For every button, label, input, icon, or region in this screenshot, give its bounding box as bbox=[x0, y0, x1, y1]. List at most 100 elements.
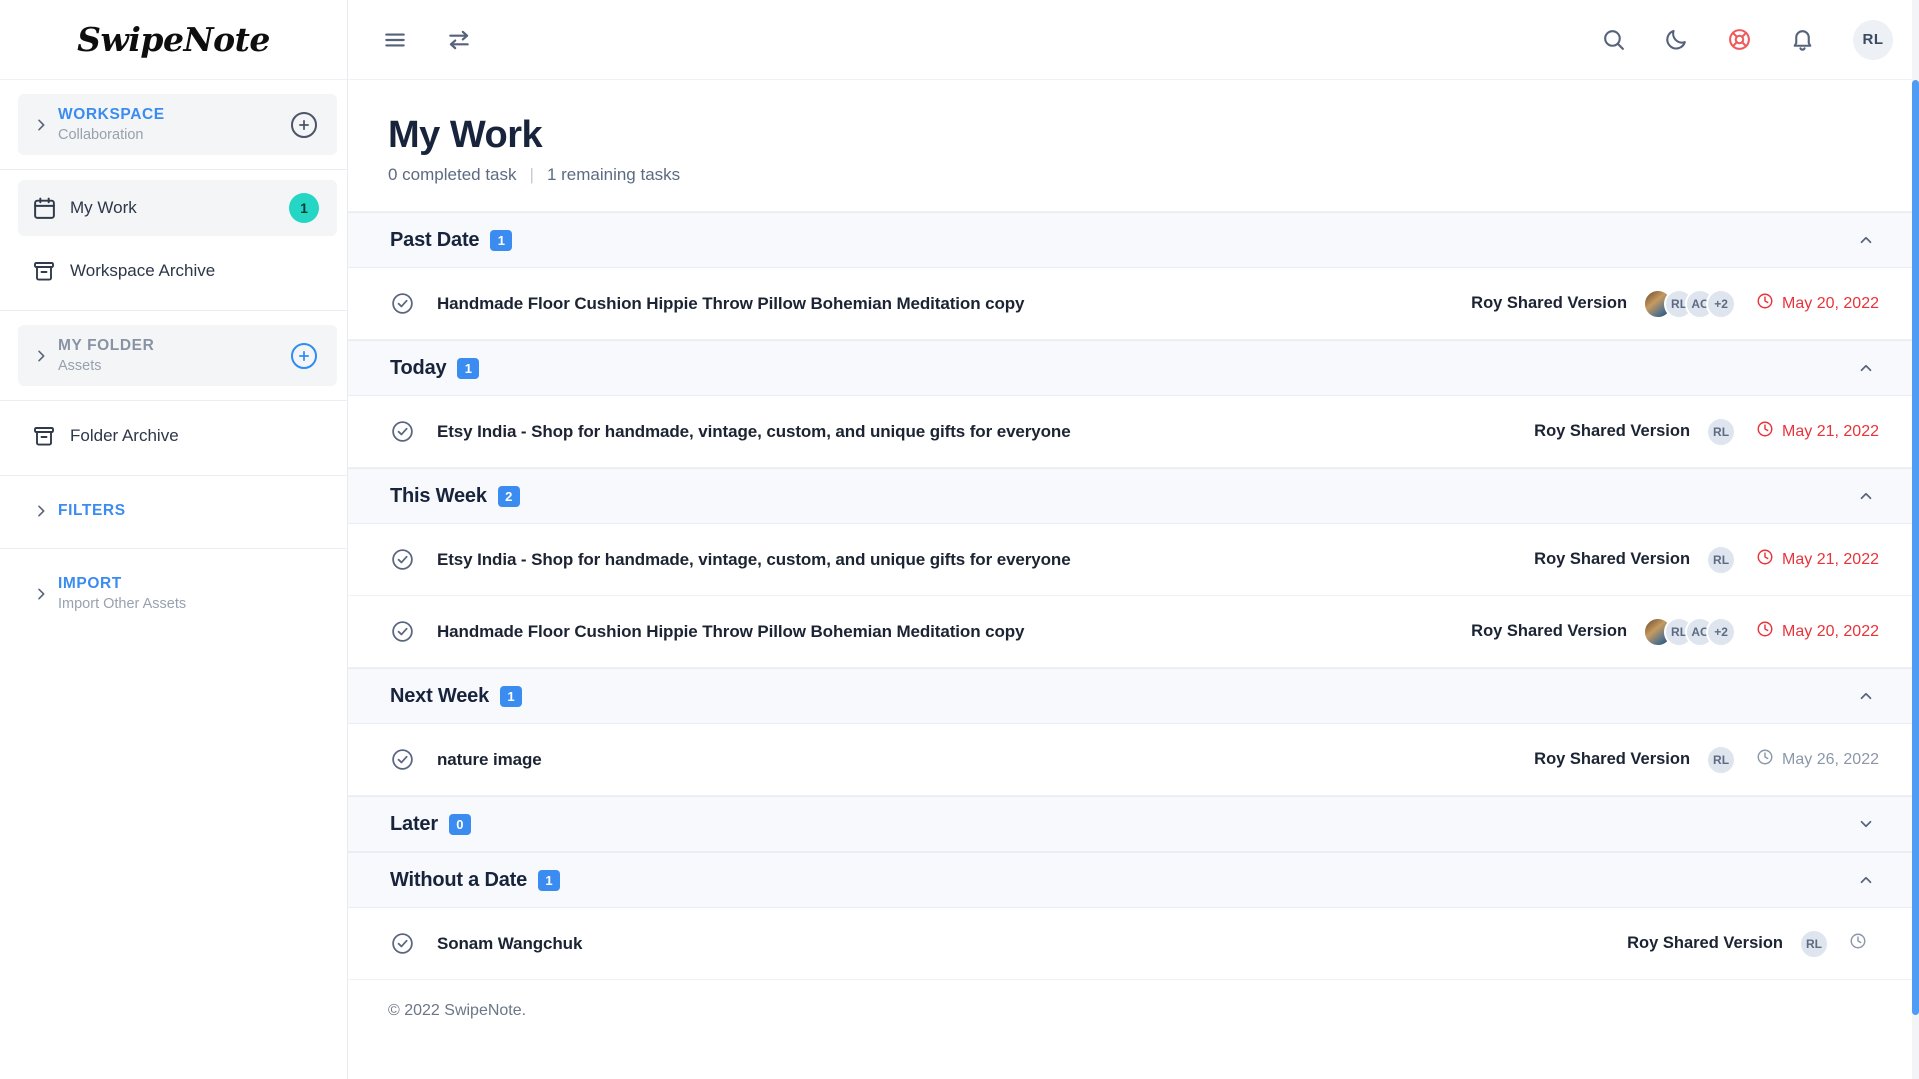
task-due-date[interactable]: May 26, 2022 bbox=[1756, 748, 1879, 771]
sidebar-section-import[interactable]: IMPORT Import Other Assets bbox=[18, 561, 337, 626]
task-due-date[interactable]: May 20, 2022 bbox=[1756, 292, 1879, 315]
avatar-initials[interactable]: RL bbox=[1706, 744, 1737, 775]
sidebar-item-label: Workspace Archive bbox=[70, 261, 216, 280]
task-due-date[interactable] bbox=[1849, 932, 1879, 955]
task-row[interactable]: Etsy India - Shop for handmade, vintage,… bbox=[348, 524, 1919, 596]
remaining-count: 1 remaining tasks bbox=[546, 165, 681, 184]
task-row[interactable]: nature image Roy Shared Version RL May 26, … bbox=[348, 724, 1919, 796]
task-complete-checkbox[interactable] bbox=[390, 931, 415, 956]
sidebar-section-my-folder[interactable]: MY FOLDER Assets bbox=[18, 325, 337, 386]
task-meta: Roy Shared Version RL AC +2 May 20, 2022 bbox=[1471, 288, 1879, 319]
chevron-up-icon[interactable] bbox=[1857, 231, 1875, 249]
chevron-up-icon[interactable] bbox=[1857, 487, 1875, 505]
page-title: My Work bbox=[388, 114, 543, 156]
bell-icon[interactable] bbox=[1790, 27, 1815, 52]
workspace-subtitle: Collaboration bbox=[58, 127, 144, 143]
task-owner: Roy Shared Version bbox=[1471, 622, 1628, 640]
avatar-initials[interactable]: RL bbox=[1799, 928, 1829, 959]
transfer-arrows-icon[interactable] bbox=[446, 27, 472, 53]
scrollbar-track[interactable] bbox=[1912, 0, 1919, 1079]
lifebuoy-icon[interactable] bbox=[1727, 27, 1752, 52]
task-group-count: 1 bbox=[490, 229, 513, 251]
task-complete-checkbox[interactable] bbox=[390, 547, 415, 572]
task-group-header[interactable]: This Week 2 bbox=[348, 468, 1919, 524]
task-meta: Roy Shared Version RL AC +2 May 20, 2022 bbox=[1471, 616, 1879, 647]
chevron-up-icon[interactable] bbox=[1857, 687, 1875, 705]
task-group-title: This Week bbox=[390, 484, 487, 507]
task-title: nature image bbox=[437, 749, 542, 769]
task-title: Sonam Wangchuk bbox=[437, 933, 583, 953]
sidebar-item-workspace-archive[interactable]: Workspace Archive bbox=[18, 246, 337, 296]
task-due-date[interactable]: May 21, 2022 bbox=[1756, 420, 1879, 443]
task-meta: Roy Shared Version RL May 21, 2022 bbox=[1534, 416, 1879, 447]
task-title: Etsy India - Shop for handmade, vintage,… bbox=[437, 421, 1071, 441]
hamburger-icon[interactable] bbox=[382, 27, 408, 53]
task-group-header[interactable]: Later 0 bbox=[348, 796, 1919, 852]
task-group-header[interactable]: Past Date 1 bbox=[348, 212, 1919, 268]
add-workspace-button[interactable] bbox=[291, 111, 317, 138]
task-due-date-text: May 21, 2022 bbox=[1782, 422, 1879, 440]
task-due-date[interactable]: May 21, 2022 bbox=[1756, 548, 1879, 571]
task-complete-checkbox[interactable] bbox=[390, 419, 415, 444]
chevron-right-icon bbox=[24, 586, 58, 602]
task-due-date[interactable]: May 20, 2022 bbox=[1756, 620, 1879, 643]
task-row[interactable]: Handmade Floor Cushion Hippie Throw Pill… bbox=[348, 596, 1919, 668]
import-title: IMPORT bbox=[58, 575, 122, 592]
task-due-date-text: May 21, 2022 bbox=[1782, 550, 1879, 568]
divider bbox=[0, 548, 347, 549]
clock-icon bbox=[1756, 420, 1774, 443]
avatar-initials[interactable]: RL bbox=[1706, 416, 1737, 447]
archive-icon bbox=[18, 424, 70, 448]
task-owner: Roy Shared Version bbox=[1471, 294, 1628, 312]
task-row[interactable]: Sonam Wangchuk Roy Shared Version RL bbox=[348, 908, 1919, 980]
divider bbox=[0, 310, 347, 311]
add-folder-button[interactable] bbox=[291, 342, 317, 369]
my-folder-subtitle: Assets bbox=[58, 358, 102, 374]
subtitle-separator: | bbox=[529, 165, 534, 184]
task-group-header[interactable]: Without a Date 1 bbox=[348, 852, 1919, 908]
page-subtitle: 0 completed task | 1 remaining tasks bbox=[388, 165, 1919, 185]
chevron-up-icon[interactable] bbox=[1857, 359, 1875, 377]
task-row[interactable]: Handmade Floor Cushion Hippie Throw Pill… bbox=[348, 268, 1919, 340]
avatar-initials[interactable]: +2 bbox=[1706, 616, 1737, 647]
sidebar-item-my-work[interactable]: My Work 1 bbox=[18, 180, 337, 236]
filters-title: FILTERS bbox=[58, 502, 126, 519]
task-group-count: 1 bbox=[500, 685, 522, 707]
chevron-up-icon[interactable] bbox=[1857, 871, 1875, 889]
sidebar-item-folder-archive[interactable]: Folder Archive bbox=[18, 411, 337, 461]
task-group-count: 0 bbox=[448, 813, 471, 835]
main-area: RL My Work 0 completed task | 1 remainin… bbox=[348, 0, 1919, 1079]
app-logo[interactable]: SwipeNote bbox=[77, 20, 270, 59]
task-group-title: Today bbox=[390, 356, 447, 379]
task-group-title: Later bbox=[390, 812, 438, 835]
app-root: SwipeNote WORKSPACE Collaboration My Wor… bbox=[0, 0, 1919, 1079]
task-assignees: RL bbox=[1799, 928, 1829, 959]
task-owner: Roy Shared Version bbox=[1534, 422, 1691, 440]
task-owner: Roy Shared Version bbox=[1534, 750, 1691, 768]
sidebar-item-label: Folder Archive bbox=[70, 426, 179, 445]
avatar-initials[interactable]: +2 bbox=[1706, 288, 1737, 319]
avatar-initials[interactable]: RL bbox=[1706, 544, 1737, 575]
user-avatar[interactable]: RL bbox=[1853, 19, 1893, 60]
task-group-header[interactable]: Next Week 1 bbox=[348, 668, 1919, 724]
search-icon[interactable] bbox=[1601, 27, 1626, 52]
scrollbar-thumb[interactable] bbox=[1912, 80, 1919, 1015]
logo-area: SwipeNote bbox=[0, 0, 347, 80]
task-group-list: Past Date 1 Handmade Floor Cushion Hippie … bbox=[348, 211, 1919, 980]
task-assignees: RL bbox=[1706, 544, 1737, 575]
task-owner: Roy Shared Version bbox=[1534, 550, 1691, 568]
moon-icon[interactable] bbox=[1664, 27, 1689, 52]
task-group-count: 1 bbox=[538, 869, 561, 891]
task-group-header[interactable]: Today 1 bbox=[348, 340, 1919, 396]
content-scroll-area: My Work 0 completed task | 1 remaining t… bbox=[348, 80, 1919, 1079]
task-complete-checkbox[interactable] bbox=[390, 619, 415, 644]
sidebar-section-workspace[interactable]: WORKSPACE Collaboration bbox=[18, 94, 337, 155]
chevron-down-icon[interactable] bbox=[1857, 815, 1875, 833]
task-complete-checkbox[interactable] bbox=[390, 747, 415, 772]
task-complete-checkbox[interactable] bbox=[390, 291, 415, 316]
sidebar-section-filters[interactable]: FILTERS bbox=[18, 488, 337, 534]
task-title: Etsy India - Shop for handmade, vintage,… bbox=[437, 549, 1071, 569]
task-row[interactable]: Etsy India - Shop for handmade, vintage,… bbox=[348, 396, 1919, 468]
task-title: Handmade Floor Cushion Hippie Throw Pill… bbox=[437, 621, 1025, 641]
import-subtitle: Import Other Assets bbox=[58, 596, 187, 612]
